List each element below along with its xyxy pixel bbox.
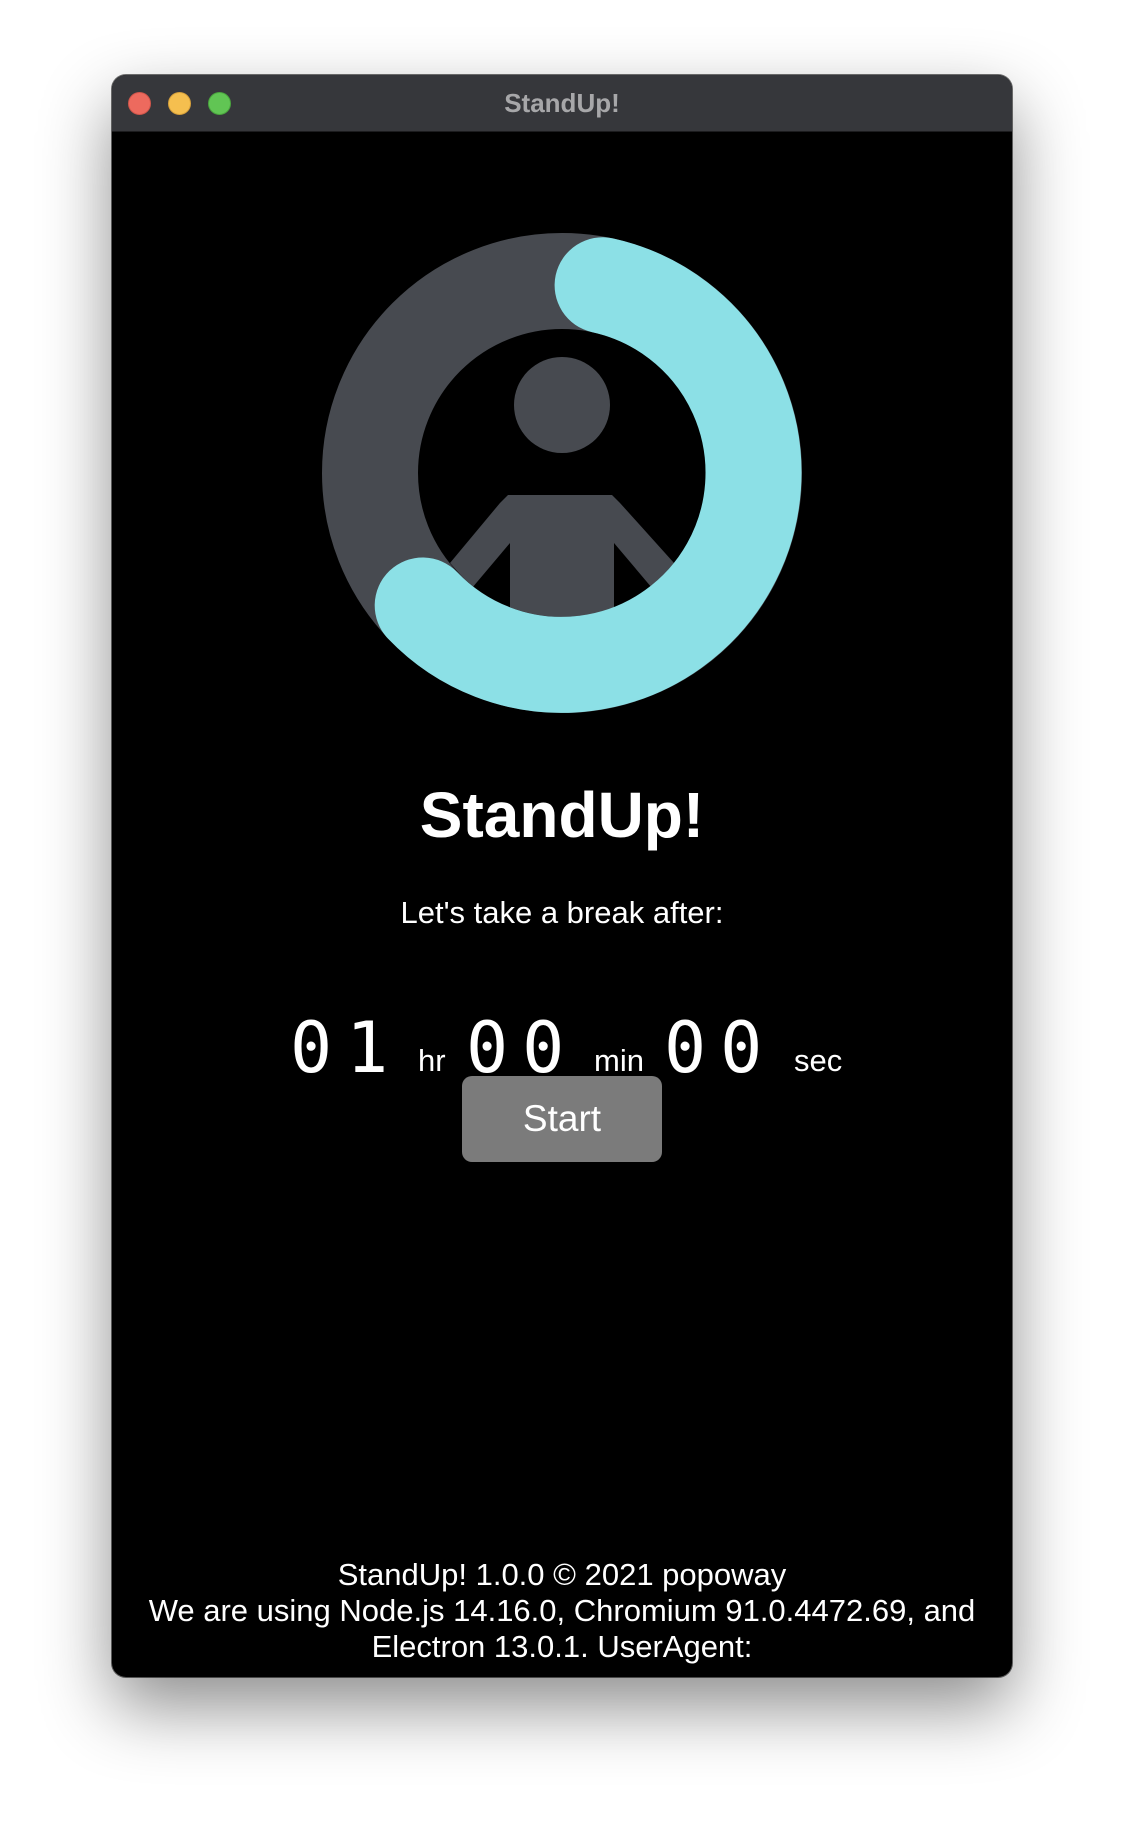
progress-ring: [322, 233, 802, 713]
hours-value[interactable]: 01: [290, 1003, 402, 1093]
break-prompt: Let's take a break after:: [400, 895, 724, 930]
minutes-unit-label: min: [594, 1043, 644, 1078]
start-button[interactable]: Start: [462, 1076, 662, 1162]
hours-unit-label: hr: [418, 1043, 446, 1078]
window-title: StandUp!: [504, 88, 620, 118]
seconds-unit-label: sec: [794, 1043, 843, 1078]
app-title: StandUp!: [419, 779, 705, 851]
footer-info: StandUp! 1.0.0 © 2021 popoway We are usi…: [112, 1557, 1012, 1665]
app-window: StandUp! StandUp! Let's take a break aft…: [112, 75, 1012, 1677]
seconds-value[interactable]: 00: [664, 1003, 776, 1093]
title-bar[interactable]: StandUp!: [112, 75, 1012, 132]
footer-version-line: StandUp! 1.0.0 © 2021 popoway: [337, 1557, 787, 1592]
footer-runtime-line: We are using Node.js 14.16.0, Chromium 9…: [148, 1593, 976, 1628]
footer-electron-line: Electron 13.0.1. UserAgent:: [371, 1629, 753, 1664]
person-icon-head: [514, 357, 610, 453]
